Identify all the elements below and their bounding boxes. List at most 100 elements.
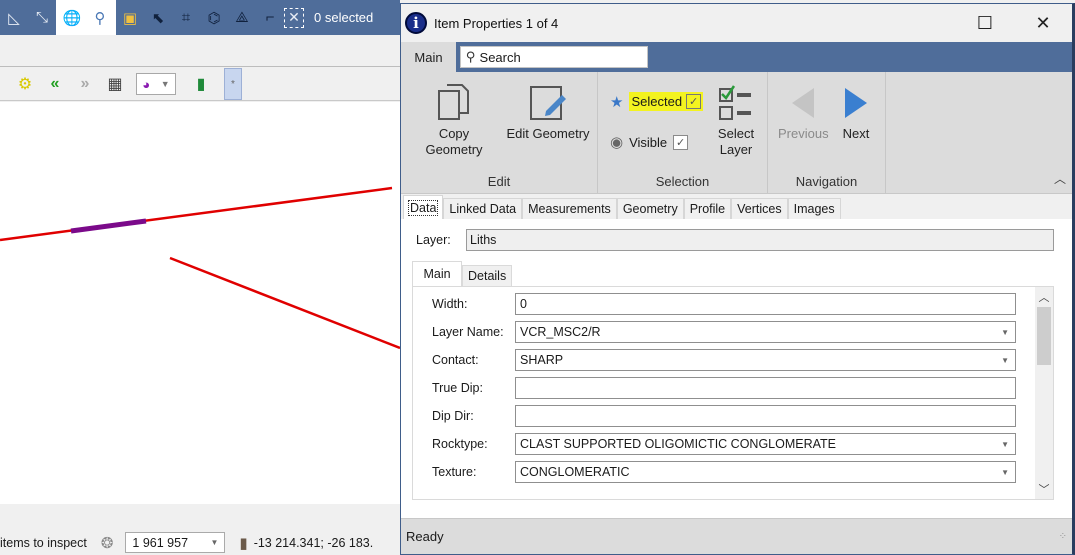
- map-lines: [0, 186, 401, 350]
- gear-icon[interactable]: ⚙: [10, 69, 40, 99]
- subtab-details[interactable]: Details: [462, 265, 513, 286]
- layer-name-dropdown[interactable]: VCR_MSC2/R ▼: [515, 321, 1016, 343]
- tab-images[interactable]: Images: [787, 198, 841, 219]
- copy-icon: [438, 84, 469, 120]
- app-status-bar: items to inspect ❂ 1 961 957 ▼ ▮ -13 214…: [0, 530, 373, 555]
- main-toolbar: ◺ ⤡ 🌐 ⚲ ▣ ⬉ ⌗ ⌬ ⟁ ⌐ ✕ 0 selected: [0, 0, 400, 35]
- select-area-icon[interactable]: ▣: [116, 4, 144, 32]
- scale-dropdown[interactable]: 1 961 957 ▼: [125, 532, 226, 553]
- contact-dropdown[interactable]: SHARP ▼: [515, 349, 1016, 371]
- selected-checkbox[interactable]: ✓: [686, 94, 702, 109]
- dip-dir-input[interactable]: [515, 405, 1016, 427]
- copy-geometry-button[interactable]: Copy Geometry: [409, 82, 499, 158]
- subtab-main[interactable]: Main: [412, 261, 462, 286]
- bookmark-icon[interactable]: ▮: [186, 69, 216, 99]
- select-layer-label-2: Layer: [719, 142, 753, 157]
- field-label: Layer Name:: [432, 325, 504, 339]
- search-placeholder: Search: [479, 49, 521, 65]
- checkmark-icon: ✓: [688, 96, 699, 108]
- chevron-down-icon: ▼: [1001, 355, 1009, 365]
- tab-linked-data[interactable]: Linked Data: [443, 198, 523, 219]
- fields-scrollbar[interactable]: ︿ ﹀: [1035, 287, 1053, 499]
- tab-measurements[interactable]: Measurements: [522, 198, 617, 219]
- chevron-down-icon: ▼: [1001, 467, 1009, 477]
- map-line-highlight: [70, 218, 147, 234]
- tab-data[interactable]: Data: [403, 195, 444, 219]
- xyz-axes-icon[interactable]: ⤡: [28, 4, 56, 32]
- edit-geometry-button[interactable]: Edit Geometry: [505, 82, 591, 142]
- selected-toggle[interactable]: ★ Selected ✓: [610, 92, 704, 111]
- coordinates-readout: -13 214.341; -26 183.: [253, 535, 374, 550]
- map-pin-icon[interactable]: ⚲: [86, 4, 114, 32]
- dialog-titlebar[interactable]: i Item Properties 1 of 4 ☐ ✕: [401, 4, 1072, 42]
- info-icon: i: [405, 12, 427, 34]
- tab-vertices[interactable]: Vertices: [731, 198, 788, 219]
- true-dip-input[interactable]: [515, 377, 1016, 399]
- next-label: Next: [842, 126, 870, 141]
- node-select-icon[interactable]: ⌬: [200, 4, 228, 32]
- scroll-up-icon[interactable]: ︿: [1035, 287, 1053, 307]
- map-canvas[interactable]: [0, 102, 401, 504]
- field-label: Rocktype:: [432, 437, 488, 451]
- field-rocktype: Rocktype: CLAST SUPPORTED OLIGOMICTIC CO…: [432, 433, 1016, 455]
- scrollbar-thumb[interactable]: [1037, 307, 1051, 365]
- grid-icon[interactable]: ▦: [100, 69, 130, 99]
- map-line-red-1: [0, 186, 393, 242]
- chevron-down-icon: ▼: [160, 79, 170, 89]
- edit-geometry-label: Edit Geometry: [506, 126, 590, 141]
- edit-icon: [530, 86, 566, 120]
- dialog-title: Item Properties 1 of 4: [434, 15, 559, 31]
- next-chevrons-icon[interactable]: »: [70, 69, 100, 99]
- field-label: Texture:: [432, 465, 477, 479]
- ribbon: Copy Geometry Edit Geometry Edit ★ Selec…: [401, 72, 1072, 194]
- select-layer-label-1: Select: [717, 126, 755, 141]
- color-palette-dropdown[interactable]: ◕ ▼: [136, 73, 176, 95]
- view-toggle-group: 🌐 ⚲: [56, 0, 116, 35]
- previous-chevrons-icon[interactable]: «: [40, 69, 70, 99]
- status-text: Ready: [406, 529, 444, 544]
- tab-profile[interactable]: Profile: [683, 198, 732, 219]
- properties-tabs: Data Linked Data Measurements Geometry P…: [401, 195, 1072, 219]
- crop-select-icon[interactable]: ⌗: [172, 4, 200, 32]
- width-input[interactable]: 0: [515, 293, 1016, 315]
- item-properties-dialog: i Item Properties 1 of 4 ☐ ✕ Main ⚲ Sear…: [400, 3, 1075, 555]
- ribbon-tab-main[interactable]: Main: [401, 42, 456, 72]
- secondary-toolbar: ⚙ « » ▦ ◕ ▼ ▮ *: [0, 68, 400, 101]
- tab-geometry[interactable]: Geometry: [616, 198, 684, 219]
- scroll-down-icon[interactable]: ﹀: [1035, 479, 1053, 499]
- collapse-ribbon-icon[interactable]: ︿: [1054, 170, 1066, 187]
- ribbon-group-selection: ★ Selected ✓ ◉ Visible ✓ Select Layer Se…: [598, 72, 768, 193]
- texture-dropdown[interactable]: CONGLOMERATIC ▼: [515, 461, 1016, 483]
- chevron-down-icon: ▼: [1001, 327, 1009, 337]
- next-button[interactable]: Next: [834, 82, 878, 142]
- globe-icon[interactable]: 🌐: [58, 4, 86, 32]
- field-label: Dip Dir:: [432, 409, 474, 423]
- mouse-icon: ▮: [239, 534, 248, 552]
- select-layer-button[interactable]: Select Layer: [712, 82, 760, 158]
- rocktype-dropdown[interactable]: CLAST SUPPORTED OLIGOMICTIC CONGLOMERATE…: [515, 433, 1016, 455]
- pick-point-icon[interactable]: ⬉: [144, 4, 172, 32]
- layer-value: Liths: [466, 229, 1054, 251]
- toolbar-spacer: [0, 35, 400, 67]
- visible-toggle[interactable]: ◉ Visible ✓: [610, 133, 689, 151]
- field-contact: Contact: SHARP ▼: [432, 349, 1016, 371]
- search-icon: ⚲: [466, 49, 476, 64]
- angle-measure-icon[interactable]: ◺: [0, 4, 28, 32]
- clear-selection-icon[interactable]: ✕: [284, 7, 304, 28]
- map-line-red-2: [169, 256, 401, 350]
- field-true-dip: True Dip:: [432, 377, 1016, 399]
- visible-checkbox[interactable]: ✓: [673, 134, 689, 150]
- search-input[interactable]: ⚲ Search: [460, 46, 648, 68]
- resize-grip-icon[interactable]: ⁘: [1059, 531, 1067, 542]
- select-layer-icon: [719, 85, 751, 120]
- fields-panel: Width: 0 Layer Name: VCR_MSC2/R ▼ Contact…: [412, 286, 1054, 500]
- ribbon-group-navigation: Previous Next Navigation: [768, 72, 886, 193]
- star-button[interactable]: *: [224, 68, 242, 100]
- field-label: Width:: [432, 297, 468, 311]
- previous-button[interactable]: Previous: [778, 82, 829, 142]
- line-select-icon[interactable]: ⌐: [256, 4, 284, 32]
- maximize-button[interactable]: ☐: [956, 4, 1014, 42]
- close-button[interactable]: ✕: [1014, 4, 1072, 42]
- checkmark-icon: ✓: [676, 136, 686, 149]
- polygon-select-icon[interactable]: ⟁: [228, 4, 256, 32]
